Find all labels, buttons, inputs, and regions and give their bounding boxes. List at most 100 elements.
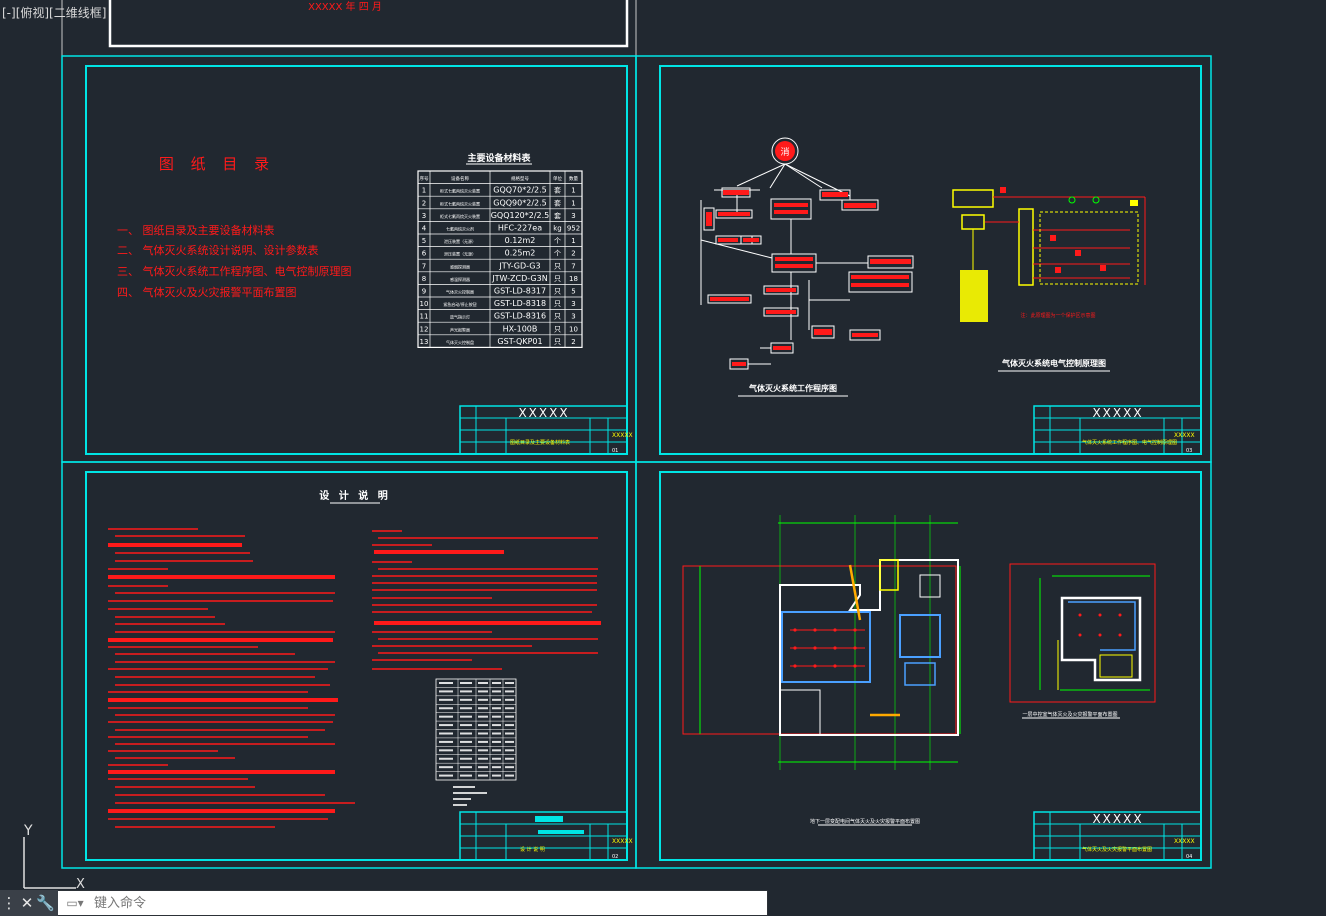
viewport-controls-label[interactable]: [-][俯视][二维线框] — [2, 4, 106, 21]
table-cell: 只 — [554, 325, 561, 333]
table-cell: 3 — [571, 212, 575, 220]
tb1-project: XXXXX — [518, 406, 569, 420]
top-sheet-date: XXXXX 年 四 月 — [308, 0, 382, 13]
table-cell: 放气指示灯 — [450, 314, 470, 320]
tb1-code: XXXXX — [612, 432, 633, 439]
tb3-sheet-name: 设 计 说 明 — [520, 846, 545, 853]
table-cell: 1 — [571, 237, 575, 245]
floor-plan-control-room — [1009, 563, 1156, 703]
table-cell: 10 — [569, 325, 578, 333]
plan1-caption: 地下一层变配电间气体灭火及火灾报警平面布置图 — [810, 818, 920, 825]
table-cell: 2 — [571, 338, 575, 346]
wrench-icon[interactable]: 🔧 — [36, 894, 55, 912]
table-cell: GQQ120*2/2.5 — [491, 211, 550, 220]
table-cell: 2 — [422, 199, 426, 207]
table-header-cell: 设备名称 — [451, 175, 469, 182]
table-cell: 10 — [420, 300, 429, 308]
sheet1-title-block: XXXXX XXXXX 图纸目录及主要设备材料表 01 — [459, 405, 633, 455]
tb2-code: XXXXX — [1174, 432, 1195, 439]
ucs-y-label: Y — [23, 823, 33, 839]
tb4-code: XXXXX — [1174, 838, 1195, 845]
sheet2-diagrams: 消 气体灭火系统工作程序图 注：此原理图为一个保护区示意图 气体灭火系统电气控制… — [700, 137, 1202, 455]
close-icon[interactable]: ✕ — [18, 894, 36, 912]
table-cell: 7 — [422, 262, 426, 270]
sheet-frames — [61, 55, 1212, 869]
table-cell: 柜式七氟丙烷灭火装置 — [440, 188, 480, 194]
workflow-caption: 气体灭火系统工作程序图 — [748, 383, 837, 393]
table-cell: 柜式七氟丙烷灭火装置 — [440, 213, 480, 219]
table-cell: 4 — [422, 224, 427, 232]
table-header-cell: 单位 — [553, 175, 562, 182]
table-cell: 12 — [420, 325, 429, 333]
notes-text-lines — [108, 528, 598, 828]
tb3-code: XXXXX — [612, 838, 633, 845]
tb4-project: XXXXX — [1092, 812, 1143, 826]
table-cell: 5 — [422, 237, 426, 245]
table-cell: kg — [553, 224, 562, 232]
table-cell: 紧急启动/停止按钮 — [443, 301, 476, 307]
sheet4-floor-plans: 地下一层变配电间气体灭火及火灾报警平面布置图 一层中控室气体灭火及火灾报警平面布… — [682, 515, 1202, 861]
sheet3-title-block: XXXXX 设 计 说 明 02 — [459, 811, 633, 861]
table-cell: 3 — [571, 313, 575, 321]
tb4-no: 04 — [1186, 854, 1192, 860]
table-cell: 七氟丙烷灭火剂 — [446, 225, 474, 231]
table-cell: 只 — [554, 300, 561, 308]
top-sheet-remnant: XXXXX 年 四 月 — [61, 0, 637, 56]
sheet1-title: 图 纸 目 录 — [159, 155, 275, 173]
grip-icon[interactable]: ⋮ — [0, 894, 18, 912]
table-cell: 泄压装置（无源） — [444, 251, 476, 257]
table-cell: 3 — [422, 212, 426, 220]
table-cell: 0.12m2 — [505, 236, 536, 245]
table-cell: 1 — [571, 187, 575, 195]
table-header-cell: 数量 — [569, 175, 578, 182]
tb2-project: XXXXX — [1092, 406, 1143, 420]
table-cell: 气体灭火控制盘 — [446, 339, 474, 345]
table-cell: 9 — [422, 287, 426, 295]
table-cell: 1 — [422, 187, 426, 195]
table-cell: 感温探测器 — [450, 276, 470, 282]
table-header-cell: 序号 — [420, 175, 429, 182]
table-cell: 只 — [554, 313, 561, 321]
workflow-diagram — [700, 137, 914, 370]
design-parameter-table — [435, 678, 517, 781]
command-input-box[interactable]: ▭▾ — [58, 891, 767, 915]
table-cell: GST-QKP01 — [497, 337, 542, 346]
table-cell: 只 — [554, 275, 561, 283]
command-history-icon[interactable]: ▭▾ — [58, 896, 92, 910]
table-cell: 感烟探测器 — [450, 263, 470, 269]
equipment-table: 序号 设备名称 规格型号 单位 数量1 柜式七氟丙烷灭火装置 GQQ70*2/2.5 套 12 柜… — [417, 170, 583, 348]
table-cell: GQQ90*2/2.5 — [493, 198, 546, 207]
index-item-1: 一、 图纸目录及主要设备材料表 — [117, 223, 275, 237]
table-cell: 11 — [420, 313, 429, 321]
table-header-cell: 规格型号 — [511, 175, 529, 182]
tb2-no: 03 — [1186, 448, 1192, 454]
tb3-no: 02 — [612, 854, 618, 860]
table-cell: 只 — [554, 338, 561, 346]
sheet1-drawing-index: 图 纸 目 录 一、 图纸目录及主要设备材料表 二、 气体灭火系统设计说明、设计… — [117, 152, 633, 455]
table-cell: 个 — [554, 250, 561, 258]
control-schematic — [952, 187, 1146, 322]
table-cell: GST-LD-8316 — [494, 312, 546, 321]
equipment-table-title: 主要设备材料表 — [467, 152, 531, 164]
command-input[interactable] — [92, 894, 756, 912]
table-cell: 套 — [554, 211, 561, 220]
table-cell: 声光报警器 — [450, 326, 470, 332]
table-cell: 柜式七氟丙烷灭火装置 — [440, 200, 480, 206]
workflow-center-symbol: 消 — [780, 146, 789, 158]
table-cell: 气体灭火控制器 — [446, 288, 474, 294]
floor-plan-basement — [682, 515, 961, 770]
drawing-canvas[interactable]: XXXXX 年 四 月 图 纸 目 录 一、 图纸目录及主要设备材料表 二、 气… — [0, 0, 1326, 916]
table-cell: 1 — [571, 199, 575, 207]
index-item-3: 三、 气体灭火系统工作程序图、电气控制原理图 — [117, 264, 352, 278]
tb2-sheet-name: 气体灭火系统工作程序图、电气控制原理图 — [1082, 439, 1177, 446]
sheet2-title-block: XXXXX XXXXX 气体灭火系统工作程序图、电气控制原理图 03 — [1033, 405, 1202, 455]
table-cell: 3 — [571, 300, 575, 308]
table-cell: GQQ70*2/2.5 — [493, 186, 546, 195]
table-cell: GST-LD-8318 — [494, 299, 546, 308]
table-cell: 套 — [554, 198, 561, 207]
param-legend-lines — [453, 786, 487, 806]
table-cell: 0.25m2 — [505, 249, 536, 258]
table-cell: 个 — [554, 237, 561, 245]
control-caption: 气体灭火系统电气控制原理图 — [1001, 358, 1106, 368]
table-cell: 套 — [554, 186, 561, 195]
